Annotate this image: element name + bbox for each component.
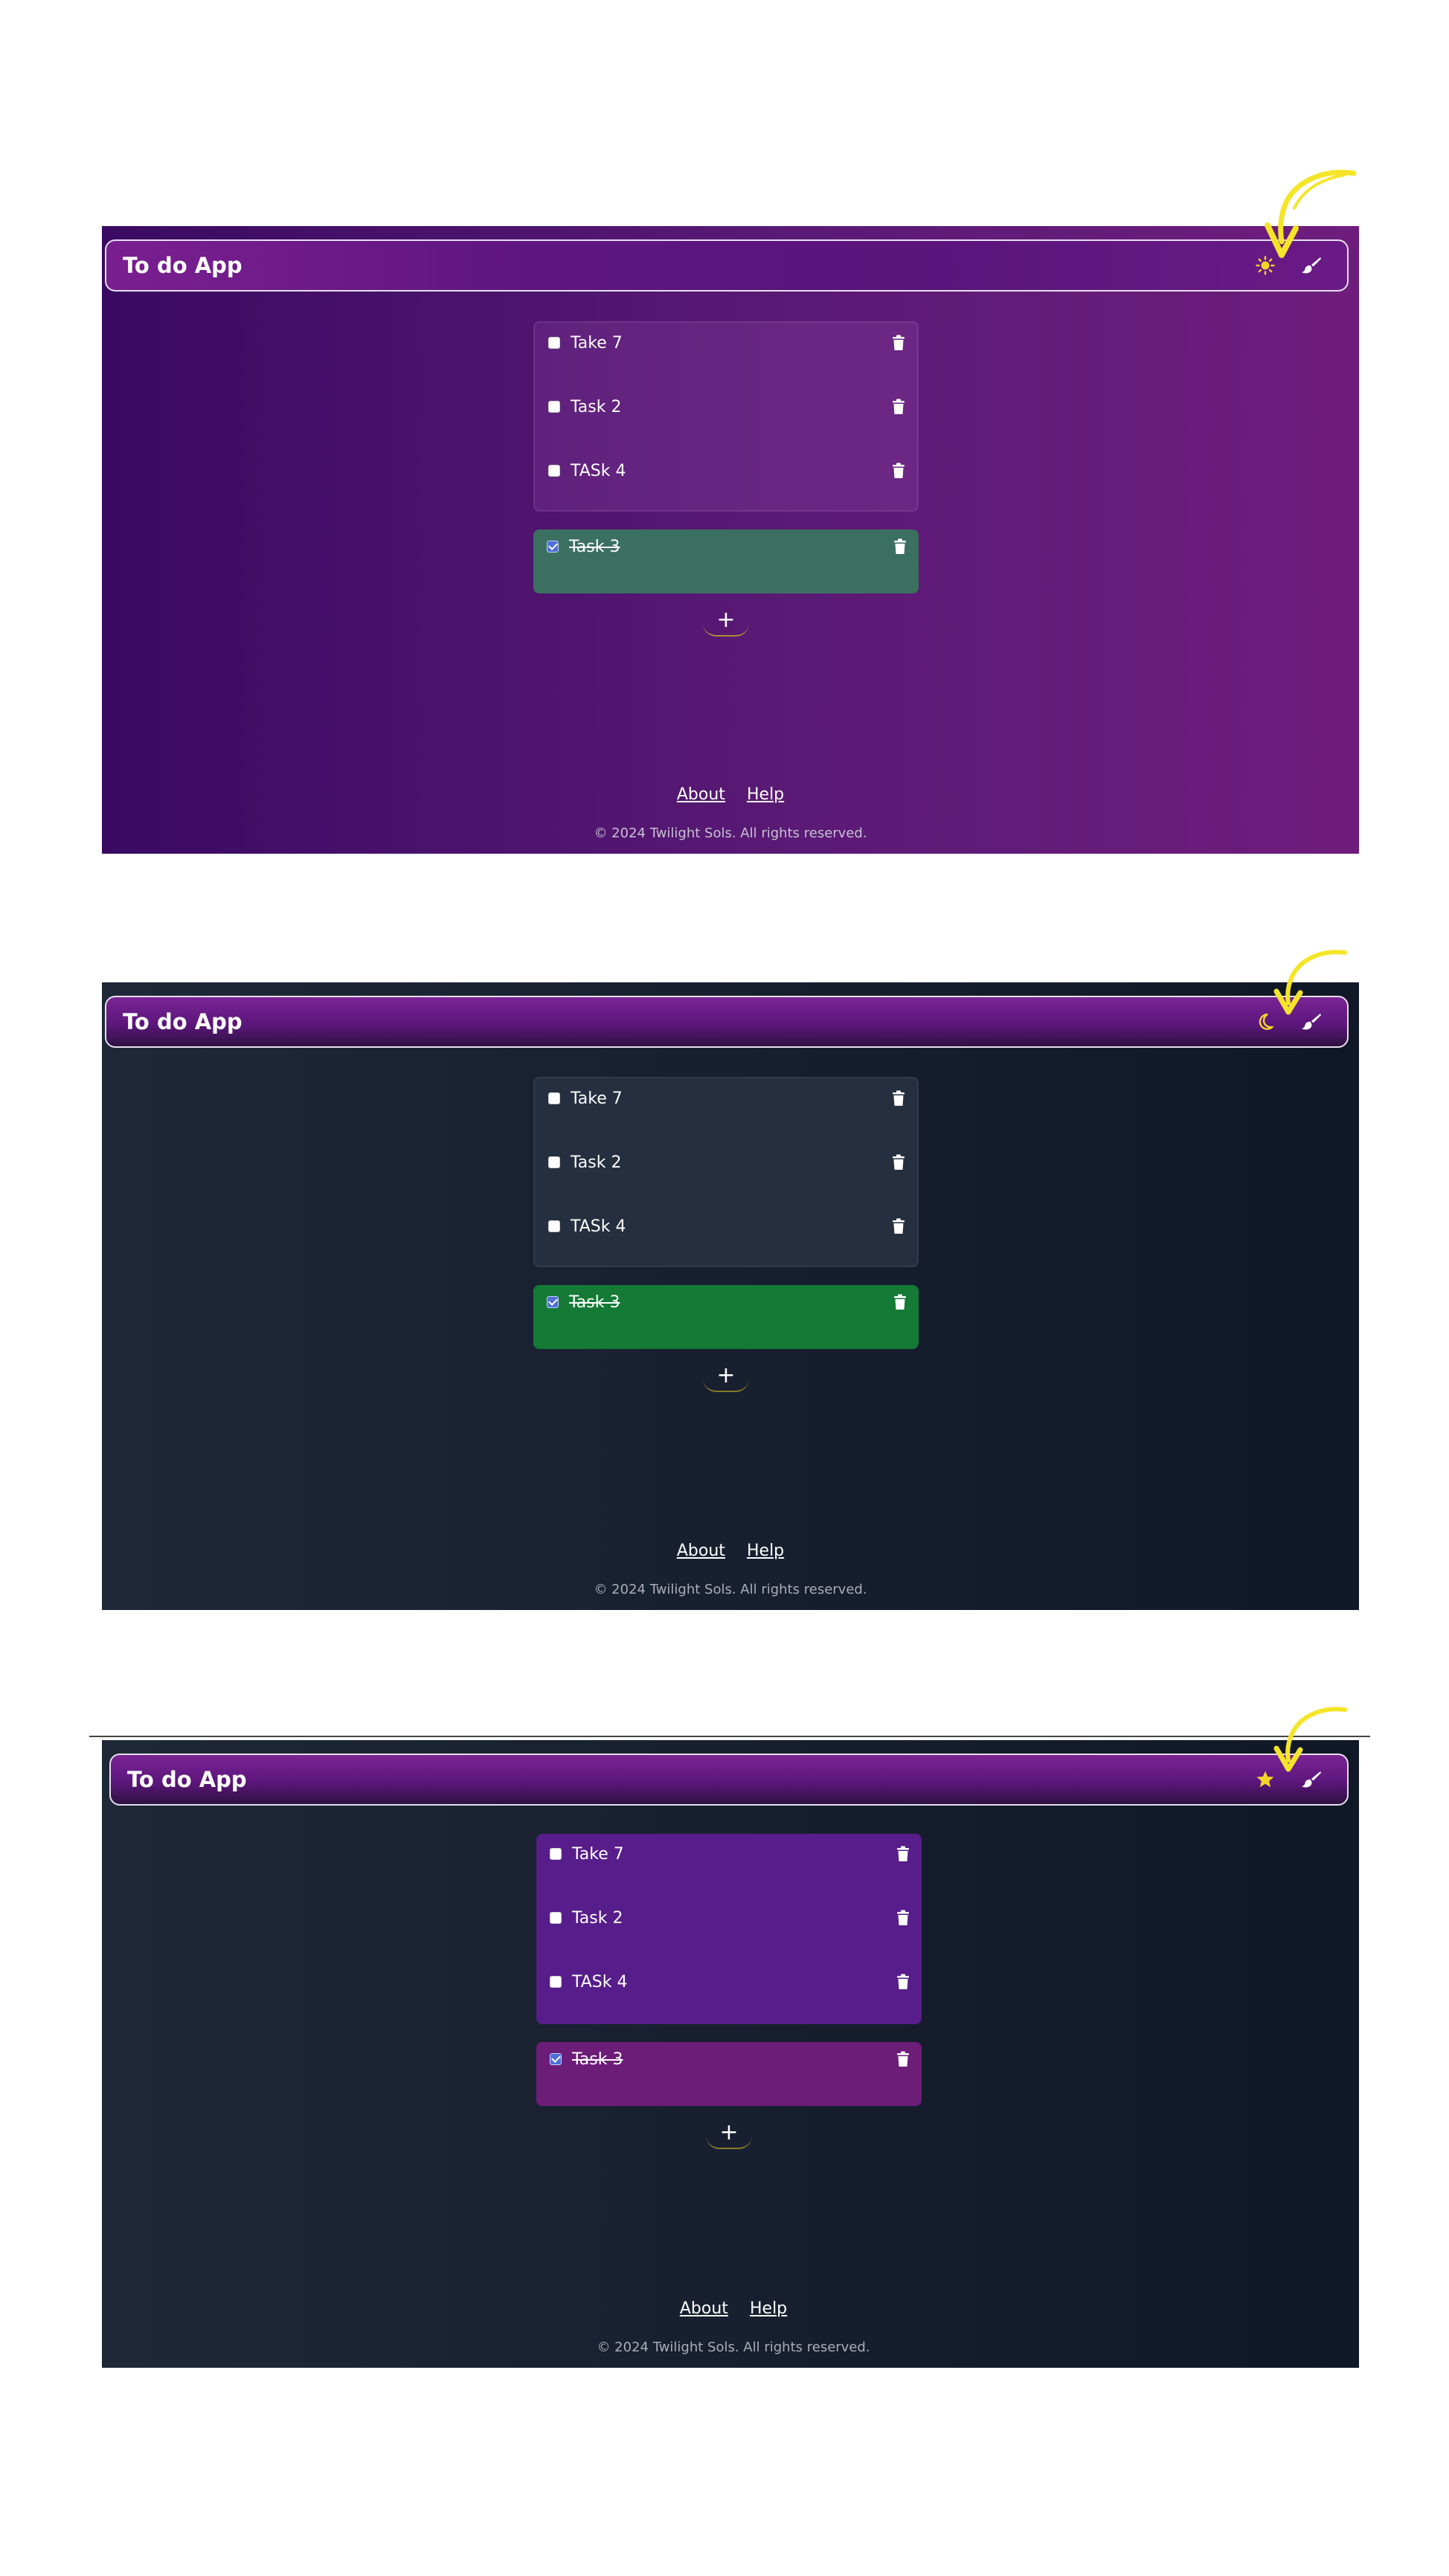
trash-icon[interactable]: [892, 1154, 905, 1171]
help-link[interactable]: Help: [747, 785, 784, 804]
task-item[interactable]: Task 2: [535, 392, 917, 422]
app-screenshot-dark-theme: To do App Take 7 Task 2 TASk 4 Task 3 + …: [102, 982, 1359, 1610]
completed-task-list: Task 3: [533, 1285, 919, 1349]
trash-icon[interactable]: [896, 1846, 910, 1862]
brush-icon: [1302, 1014, 1321, 1030]
task-item[interactable]: TASk 4: [535, 456, 917, 486]
task-label: Task 2: [571, 397, 622, 416]
task-checkbox[interactable]: [548, 337, 560, 349]
customize-button[interactable]: [1298, 252, 1325, 279]
divider-line: [89, 1736, 1370, 1737]
copyright-text: © 2024 Twilight Sols. All rights reserve…: [594, 825, 867, 841]
footer-links: About Help: [105, 2299, 1362, 2318]
task-item[interactable]: TASk 4: [536, 1967, 922, 1997]
app-title: To do App: [127, 1767, 247, 1792]
trash-icon[interactable]: [896, 2051, 910, 2067]
about-link[interactable]: About: [677, 1542, 725, 1560]
task-checkbox[interactable]: [548, 401, 560, 413]
add-task-button[interactable]: +: [706, 2116, 752, 2149]
copyright-text: © 2024 Twilight Sols. All rights reserve…: [597, 2340, 870, 2355]
task-label: Take 7: [572, 1844, 624, 1864]
task-item[interactable]: TASk 4: [535, 1211, 917, 1241]
trash-icon[interactable]: [893, 1294, 907, 1310]
task-checkbox[interactable]: [548, 1156, 560, 1168]
theme-toggle-button[interactable]: [1252, 1008, 1279, 1035]
app-title: To do App: [123, 1009, 242, 1034]
task-label: TASk 4: [571, 461, 626, 480]
completed-task-item[interactable]: Task 3: [533, 1287, 919, 1317]
trash-icon[interactable]: [892, 1218, 905, 1234]
task-list: Take 7 Task 2 TASk 4: [533, 321, 919, 512]
task-checkbox[interactable]: [548, 1220, 560, 1232]
task-label: Task 3: [569, 1292, 620, 1312]
task-label: TASk 4: [572, 1972, 628, 1991]
task-label: Take 7: [571, 333, 623, 352]
task-item[interactable]: Task 2: [535, 1147, 917, 1177]
add-task-button[interactable]: +: [703, 1359, 749, 1392]
task-label: TASk 4: [571, 1217, 626, 1236]
task-item[interactable]: Take 7: [536, 1839, 922, 1869]
task-list: Take 7 Task 2 TASk 4: [533, 1077, 919, 1267]
app-header: To do App: [109, 1754, 1349, 1806]
star-icon: [1256, 1771, 1274, 1788]
trash-icon[interactable]: [896, 1974, 910, 1990]
trash-icon[interactable]: [896, 1910, 910, 1926]
completed-task-list: Task 3: [536, 2042, 922, 2106]
moon-icon: [1259, 1013, 1274, 1030]
task-checkbox-checked[interactable]: [550, 2053, 562, 2065]
task-checkbox-checked[interactable]: [547, 1296, 559, 1308]
brush-icon: [1302, 1771, 1321, 1788]
trash-icon[interactable]: [892, 399, 905, 415]
task-label: Task 3: [572, 2049, 623, 2069]
task-checkbox[interactable]: [550, 1976, 562, 1988]
customize-button[interactable]: [1298, 1766, 1325, 1793]
theme-toggle-button[interactable]: [1252, 252, 1279, 279]
help-link[interactable]: Help: [750, 2299, 787, 2318]
footer-links: About Help: [102, 785, 1359, 804]
app-screenshot-purple-theme: To do App Take 7 Task 2 TASk 4 Task 3 + …: [102, 226, 1359, 854]
completed-task-item[interactable]: Task 3: [533, 532, 919, 561]
task-checkbox[interactable]: [550, 1848, 562, 1860]
task-checkbox[interactable]: [550, 1912, 562, 1924]
copyright-text: © 2024 Twilight Sols. All rights reserve…: [594, 1582, 867, 1597]
task-label: Task 2: [572, 1908, 623, 1928]
footer-links: About Help: [102, 1542, 1359, 1560]
about-link[interactable]: About: [680, 2299, 728, 2318]
task-label: Take 7: [571, 1089, 623, 1108]
task-label: Task 3: [569, 537, 620, 556]
trash-icon[interactable]: [893, 538, 907, 555]
task-list: Take 7 Task 2 TASk 4: [536, 1834, 922, 2024]
app-screenshot-dark-purple-theme: To do App Take 7 Task 2 TASk 4 Task 3 + …: [102, 1740, 1359, 2368]
add-task-button[interactable]: +: [703, 604, 749, 637]
about-link[interactable]: About: [677, 785, 725, 804]
trash-icon[interactable]: [892, 335, 905, 351]
theme-toggle-button[interactable]: [1252, 1766, 1279, 1793]
task-item[interactable]: Take 7: [535, 328, 917, 358]
completed-task-list: Task 3: [533, 529, 919, 593]
sun-icon: [1256, 256, 1275, 275]
trash-icon[interactable]: [892, 1090, 905, 1107]
task-checkbox[interactable]: [548, 465, 560, 477]
task-item[interactable]: Take 7: [535, 1083, 917, 1113]
task-label: Task 2: [571, 1153, 622, 1172]
customize-button[interactable]: [1298, 1008, 1325, 1035]
task-checkbox[interactable]: [548, 1092, 560, 1104]
brush-icon: [1302, 257, 1321, 274]
trash-icon[interactable]: [892, 463, 905, 479]
task-checkbox-checked[interactable]: [547, 541, 559, 553]
completed-task-item[interactable]: Task 3: [536, 2044, 922, 2074]
app-header: To do App: [105, 239, 1349, 292]
help-link[interactable]: Help: [747, 1542, 784, 1560]
app-title: To do App: [123, 253, 242, 278]
app-header: To do App: [105, 996, 1349, 1048]
task-item[interactable]: Task 2: [536, 1903, 922, 1933]
